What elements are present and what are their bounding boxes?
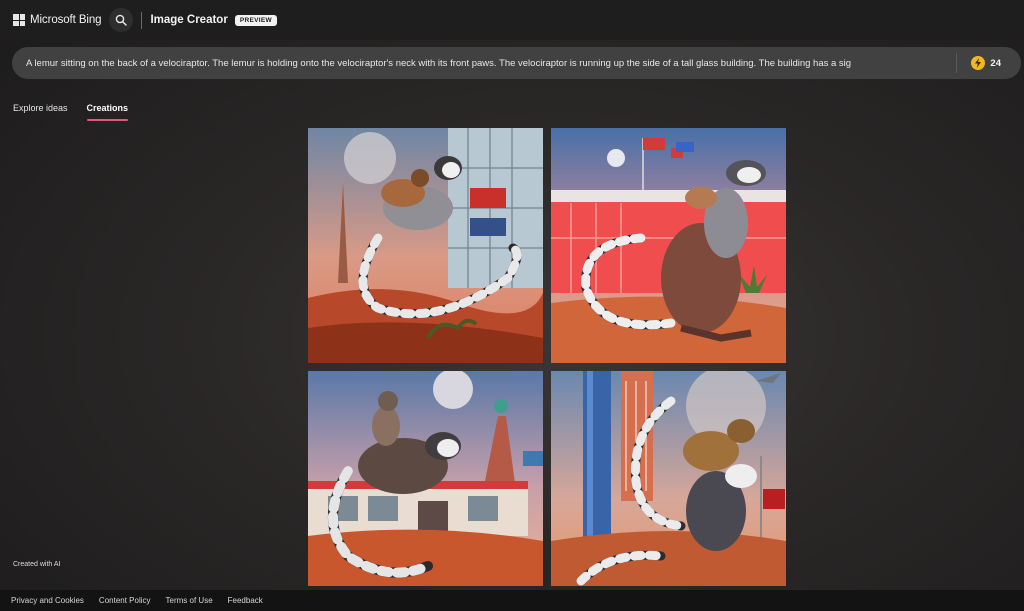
generated-image-1[interactable] [308,128,543,363]
top-bar: Microsoft Bing Image Creator PREVIEW [0,0,1024,40]
created-with-ai-label: Created with AI [13,561,61,568]
microsoft-logo-icon [13,14,25,26]
footer: Privacy and Cookies Content Policy Terms… [0,590,1024,611]
tab-explore-ideas[interactable]: Explore ideas [13,103,68,121]
bing-logo-link[interactable]: Microsoft Bing [13,14,102,26]
search-button[interactable] [109,8,134,32]
app-title: Image Creator [150,14,228,26]
prompt-input[interactable] [12,47,951,79]
tab-creations[interactable]: Creations [86,103,128,121]
lightning-bolt-icon [971,56,986,70]
boost-count: 24 [990,57,1001,69]
image-results-grid [308,128,786,586]
generated-image-2[interactable] [551,128,786,363]
boosts-counter[interactable]: 24 [957,56,1021,70]
brand-name: Microsoft Bing [30,14,102,26]
footer-link-feedback[interactable]: Feedback [228,596,263,605]
generated-image-3[interactable] [308,371,543,586]
generated-image-4[interactable] [551,371,786,586]
footer-link-content-policy[interactable]: Content Policy [99,596,151,605]
footer-link-terms[interactable]: Terms of Use [166,596,213,605]
search-icon [116,14,128,26]
preview-badge: PREVIEW [234,14,277,26]
footer-link-privacy[interactable]: Privacy and Cookies [11,596,84,605]
tab-bar: Explore ideas Creations [13,103,147,121]
prompt-bar: 24 [12,47,1021,79]
header-divider [141,11,143,29]
